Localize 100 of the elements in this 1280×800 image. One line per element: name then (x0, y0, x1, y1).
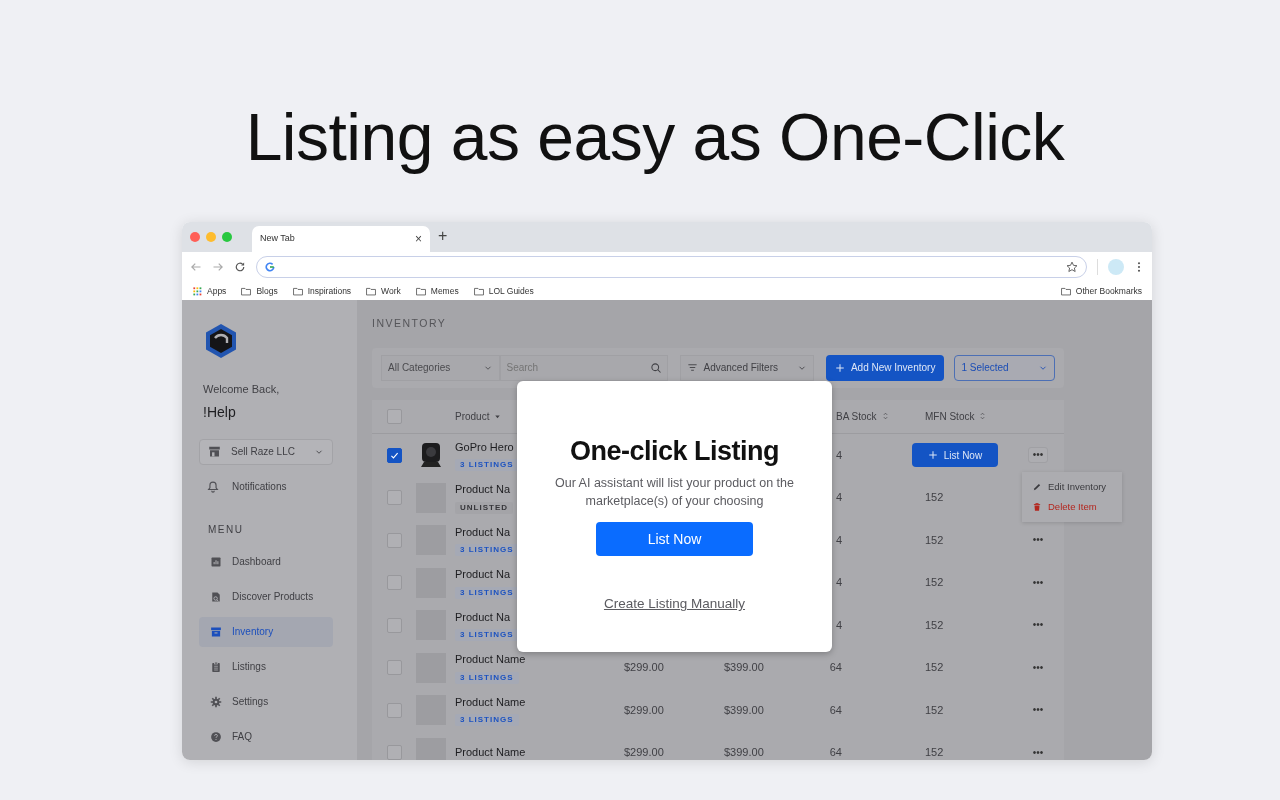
product-name: Product Na (455, 483, 511, 497)
price-cell: $399.00 (724, 703, 764, 716)
checkbox[interactable] (386, 745, 402, 760)
document-search-icon (210, 590, 222, 603)
sort-icon (978, 411, 988, 422)
apps-grid-icon (192, 285, 203, 297)
checkbox[interactable] (386, 660, 402, 675)
checkbox[interactable] (386, 490, 402, 505)
folder-icon (240, 285, 253, 297)
stock-cell: 152 (925, 576, 944, 589)
pencil-icon (1032, 481, 1042, 492)
more-button[interactable]: ••• (1028, 618, 1048, 632)
price-cell: $399.00 (724, 661, 764, 674)
sidebar-item[interactable]: Dashboard (199, 546, 333, 577)
product-name: GoPro Hero (455, 440, 514, 454)
more-button[interactable]: ••• (1028, 745, 1048, 760)
menu-heading: MENU (208, 522, 245, 537)
stock-cell: 64 (829, 661, 842, 674)
stock-cell: 4 (835, 491, 842, 504)
status-tag: 3 LISTINGS (455, 671, 519, 684)
more-button[interactable]: ••• (1028, 533, 1048, 547)
bookmark-link[interactable]: Inspirations (307, 284, 352, 298)
stock-cell: 64 (829, 703, 842, 716)
column-header[interactable]: BA Stock (836, 408, 877, 424)
more-button[interactable]: ••• (1028, 660, 1048, 675)
bookmark-link[interactable]: Apps (207, 284, 227, 298)
status-tag: 3 LISTINGS (455, 629, 519, 642)
user-name: !Help (203, 402, 237, 422)
sort-icon (880, 411, 890, 422)
stock-cell: 152 (925, 703, 944, 716)
store-icon (208, 445, 221, 458)
checkbox[interactable] (386, 532, 402, 548)
new-tab-button[interactable]: + (438, 227, 448, 244)
sidebar-item[interactable]: Settings (199, 686, 333, 717)
checkbox[interactable] (386, 447, 402, 463)
column-header[interactable]: Product (455, 408, 490, 424)
stock-cell: 4 (835, 576, 842, 589)
search-icon (649, 361, 662, 374)
checkbox[interactable] (386, 575, 402, 590)
close-window-button[interactable] (190, 232, 200, 242)
bookmark-link[interactable]: LOL Guides (488, 284, 534, 298)
notifications-link[interactable]: Notifications (203, 478, 337, 494)
reload-icon (234, 261, 246, 273)
bookmark-link[interactable]: Memes (430, 284, 459, 298)
maximize-window-button[interactable] (222, 232, 232, 242)
more-button[interactable]: ••• (1028, 575, 1048, 590)
filters-select[interactable]: Advanced Filters (679, 354, 814, 381)
sidebar-item[interactable]: Inventory (199, 616, 333, 647)
browser-tab[interactable]: New Tab × (252, 226, 430, 252)
folder-icon (472, 285, 485, 297)
checkbox[interactable] (386, 617, 402, 633)
welcome-text: Welcome Back, (203, 382, 281, 397)
sidebar-item[interactable]: Listings (199, 651, 333, 682)
folder-icon (291, 285, 304, 297)
status-tag: UNLISTED (455, 501, 513, 514)
bell-icon (206, 479, 220, 493)
stock-cell: 4 (835, 448, 842, 461)
bookmark-link[interactable]: Work (381, 284, 401, 298)
sidebar-item[interactable]: FAQ (199, 721, 333, 752)
trash-icon (1032, 501, 1042, 512)
product-name: Product Name (455, 746, 526, 760)
bookmark-link[interactable]: Blogs (256, 284, 278, 298)
category-select[interactable]: All Categories (381, 354, 500, 381)
more-button[interactable]: ••• (1027, 447, 1049, 463)
folder-icon (1059, 285, 1072, 297)
stock-cell: 152 (925, 661, 944, 674)
folder-icon (365, 285, 378, 297)
bookmark-link[interactable]: Other Bookmarks (1075, 284, 1142, 298)
stock-cell: 152 (925, 491, 944, 504)
column-header[interactable]: MFN Stock (925, 408, 975, 424)
list-now-button[interactable]: List Now (912, 443, 998, 467)
menu-item[interactable]: Delete Item (1032, 496, 1112, 517)
store-selector[interactable]: Sell Raze LLC (199, 438, 333, 465)
headline: Listing as easy as One-Click (244, 99, 1066, 176)
checkbox[interactable] (386, 702, 402, 718)
create-manually-link[interactable]: Create Listing Manually (603, 594, 746, 615)
folder-icon (414, 285, 427, 297)
list-now-button[interactable]: List Now (596, 522, 753, 557)
plus-icon (927, 450, 938, 460)
product-name: Product Name (455, 653, 526, 667)
product-name: Product Na (455, 568, 511, 582)
archive-box-icon (210, 625, 222, 638)
image-placeholder (416, 737, 446, 760)
menu-item[interactable]: Edit Inventory (1032, 476, 1112, 497)
price-cell: $299.00 (624, 703, 664, 716)
dialog-title: One-click Listing (569, 435, 779, 468)
add-inventory-button[interactable]: Add New Inventory (825, 354, 945, 381)
status-tag: 3 LISTINGS (455, 586, 519, 599)
close-tab-button[interactable]: × (415, 233, 422, 245)
product-name: Product Name (455, 695, 526, 709)
minimize-window-button[interactable] (206, 232, 216, 242)
checkbox[interactable] (386, 408, 402, 424)
price-cell: $299.00 (624, 661, 664, 674)
status-tag: 3 LISTINGS (455, 459, 519, 472)
more-button[interactable]: ••• (1028, 703, 1048, 717)
selection-select[interactable]: 1 Selected (954, 354, 1055, 381)
stock-cell: 64 (829, 746, 842, 759)
sidebar-item[interactable]: Discover Products (199, 581, 333, 612)
stock-cell: 152 (925, 746, 944, 759)
settings-icon (210, 695, 222, 708)
